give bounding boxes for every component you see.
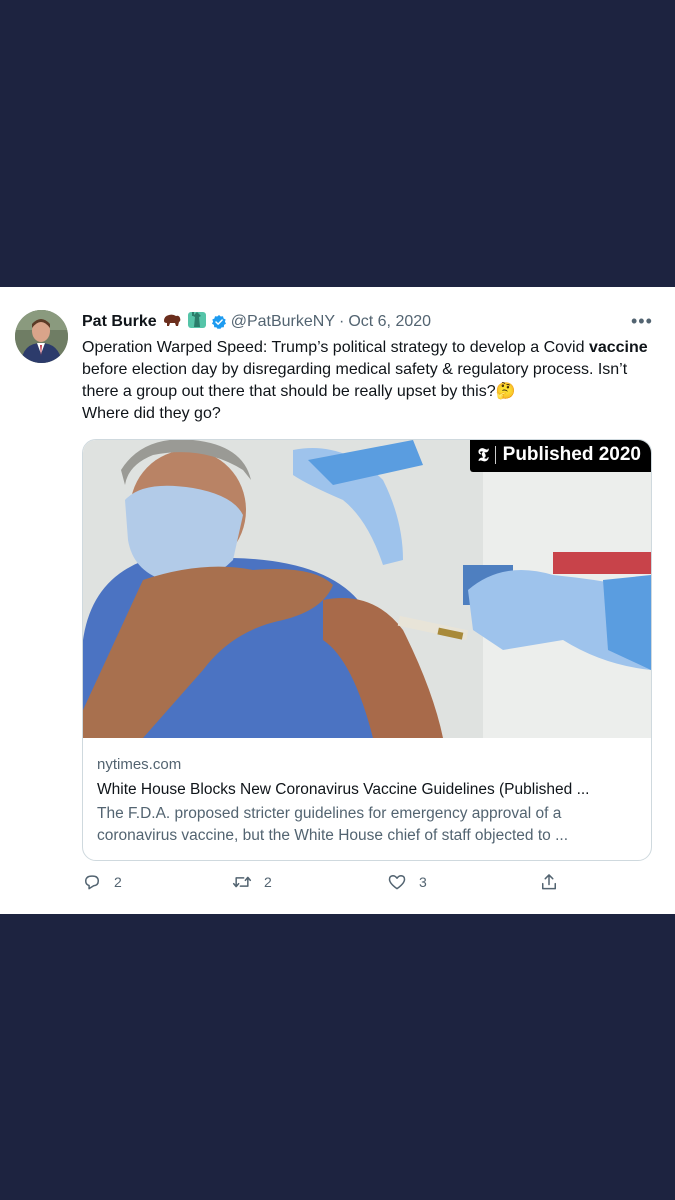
like-icon: [388, 875, 406, 890]
nyt-logo-icon: 𝕿: [477, 444, 489, 466]
retweet-count: 2: [264, 874, 272, 890]
published-badge: 𝕿 Published 2020: [469, 440, 651, 472]
share-button[interactable]: [539, 872, 571, 892]
reply-button[interactable]: 2: [82, 872, 122, 892]
tweet-date[interactable]: Oct 6, 2020: [348, 313, 431, 331]
tweet-text-bold: vaccine: [588, 339, 648, 356]
reply-count: 2: [114, 874, 122, 890]
like-count: 3: [419, 874, 427, 890]
link-meta: nytimes.com White House Blocks New Coron…: [97, 755, 637, 847]
article-photo: [83, 440, 651, 738]
reply-icon: [85, 875, 99, 890]
share-icon: [542, 874, 556, 890]
link-description: The F.D.A. proposed stricter guidelines …: [97, 805, 568, 844]
author-handle[interactable]: @PatBurkeNY: [231, 313, 335, 331]
tweet-header: Pat Burke @PatBurkeNY · Oct 6, 2020: [82, 311, 431, 333]
tweet-text-part1: Operation Warped Speed: Trump’s politica…: [82, 339, 589, 356]
retweet-icon: [232, 876, 252, 888]
link-preview-card[interactable]: 𝕿 Published 2020 nytimes.com White House…: [82, 439, 652, 861]
author-name[interactable]: Pat Burke: [82, 313, 157, 331]
like-button[interactable]: 3: [387, 872, 427, 892]
separator-dot: ·: [338, 313, 345, 330]
more-icon[interactable]: •••: [631, 311, 653, 332]
tweet-text-part3: Where did they go?: [82, 405, 221, 422]
link-domain: nytimes.com: [97, 756, 182, 773]
tweet-text-part2: before election day by disregarding medi…: [82, 361, 628, 400]
verified-icon: [211, 315, 226, 330]
tweet-actions: 2 2 3: [82, 872, 642, 898]
tweet-text: Operation Warped Speed: Trump’s politica…: [82, 337, 652, 425]
link-headline: White House Blocks New Coronavirus Vacci…: [97, 781, 590, 798]
statue-of-liberty-icon: [187, 311, 207, 333]
thinking-face-emoji: 🤔: [495, 383, 516, 400]
badge-text: Published 2020: [502, 444, 641, 465]
retweet-button[interactable]: 2: [232, 872, 272, 892]
badge-divider: [494, 446, 496, 464]
avatar[interactable]: [15, 310, 68, 363]
bison-icon: [162, 313, 182, 331]
